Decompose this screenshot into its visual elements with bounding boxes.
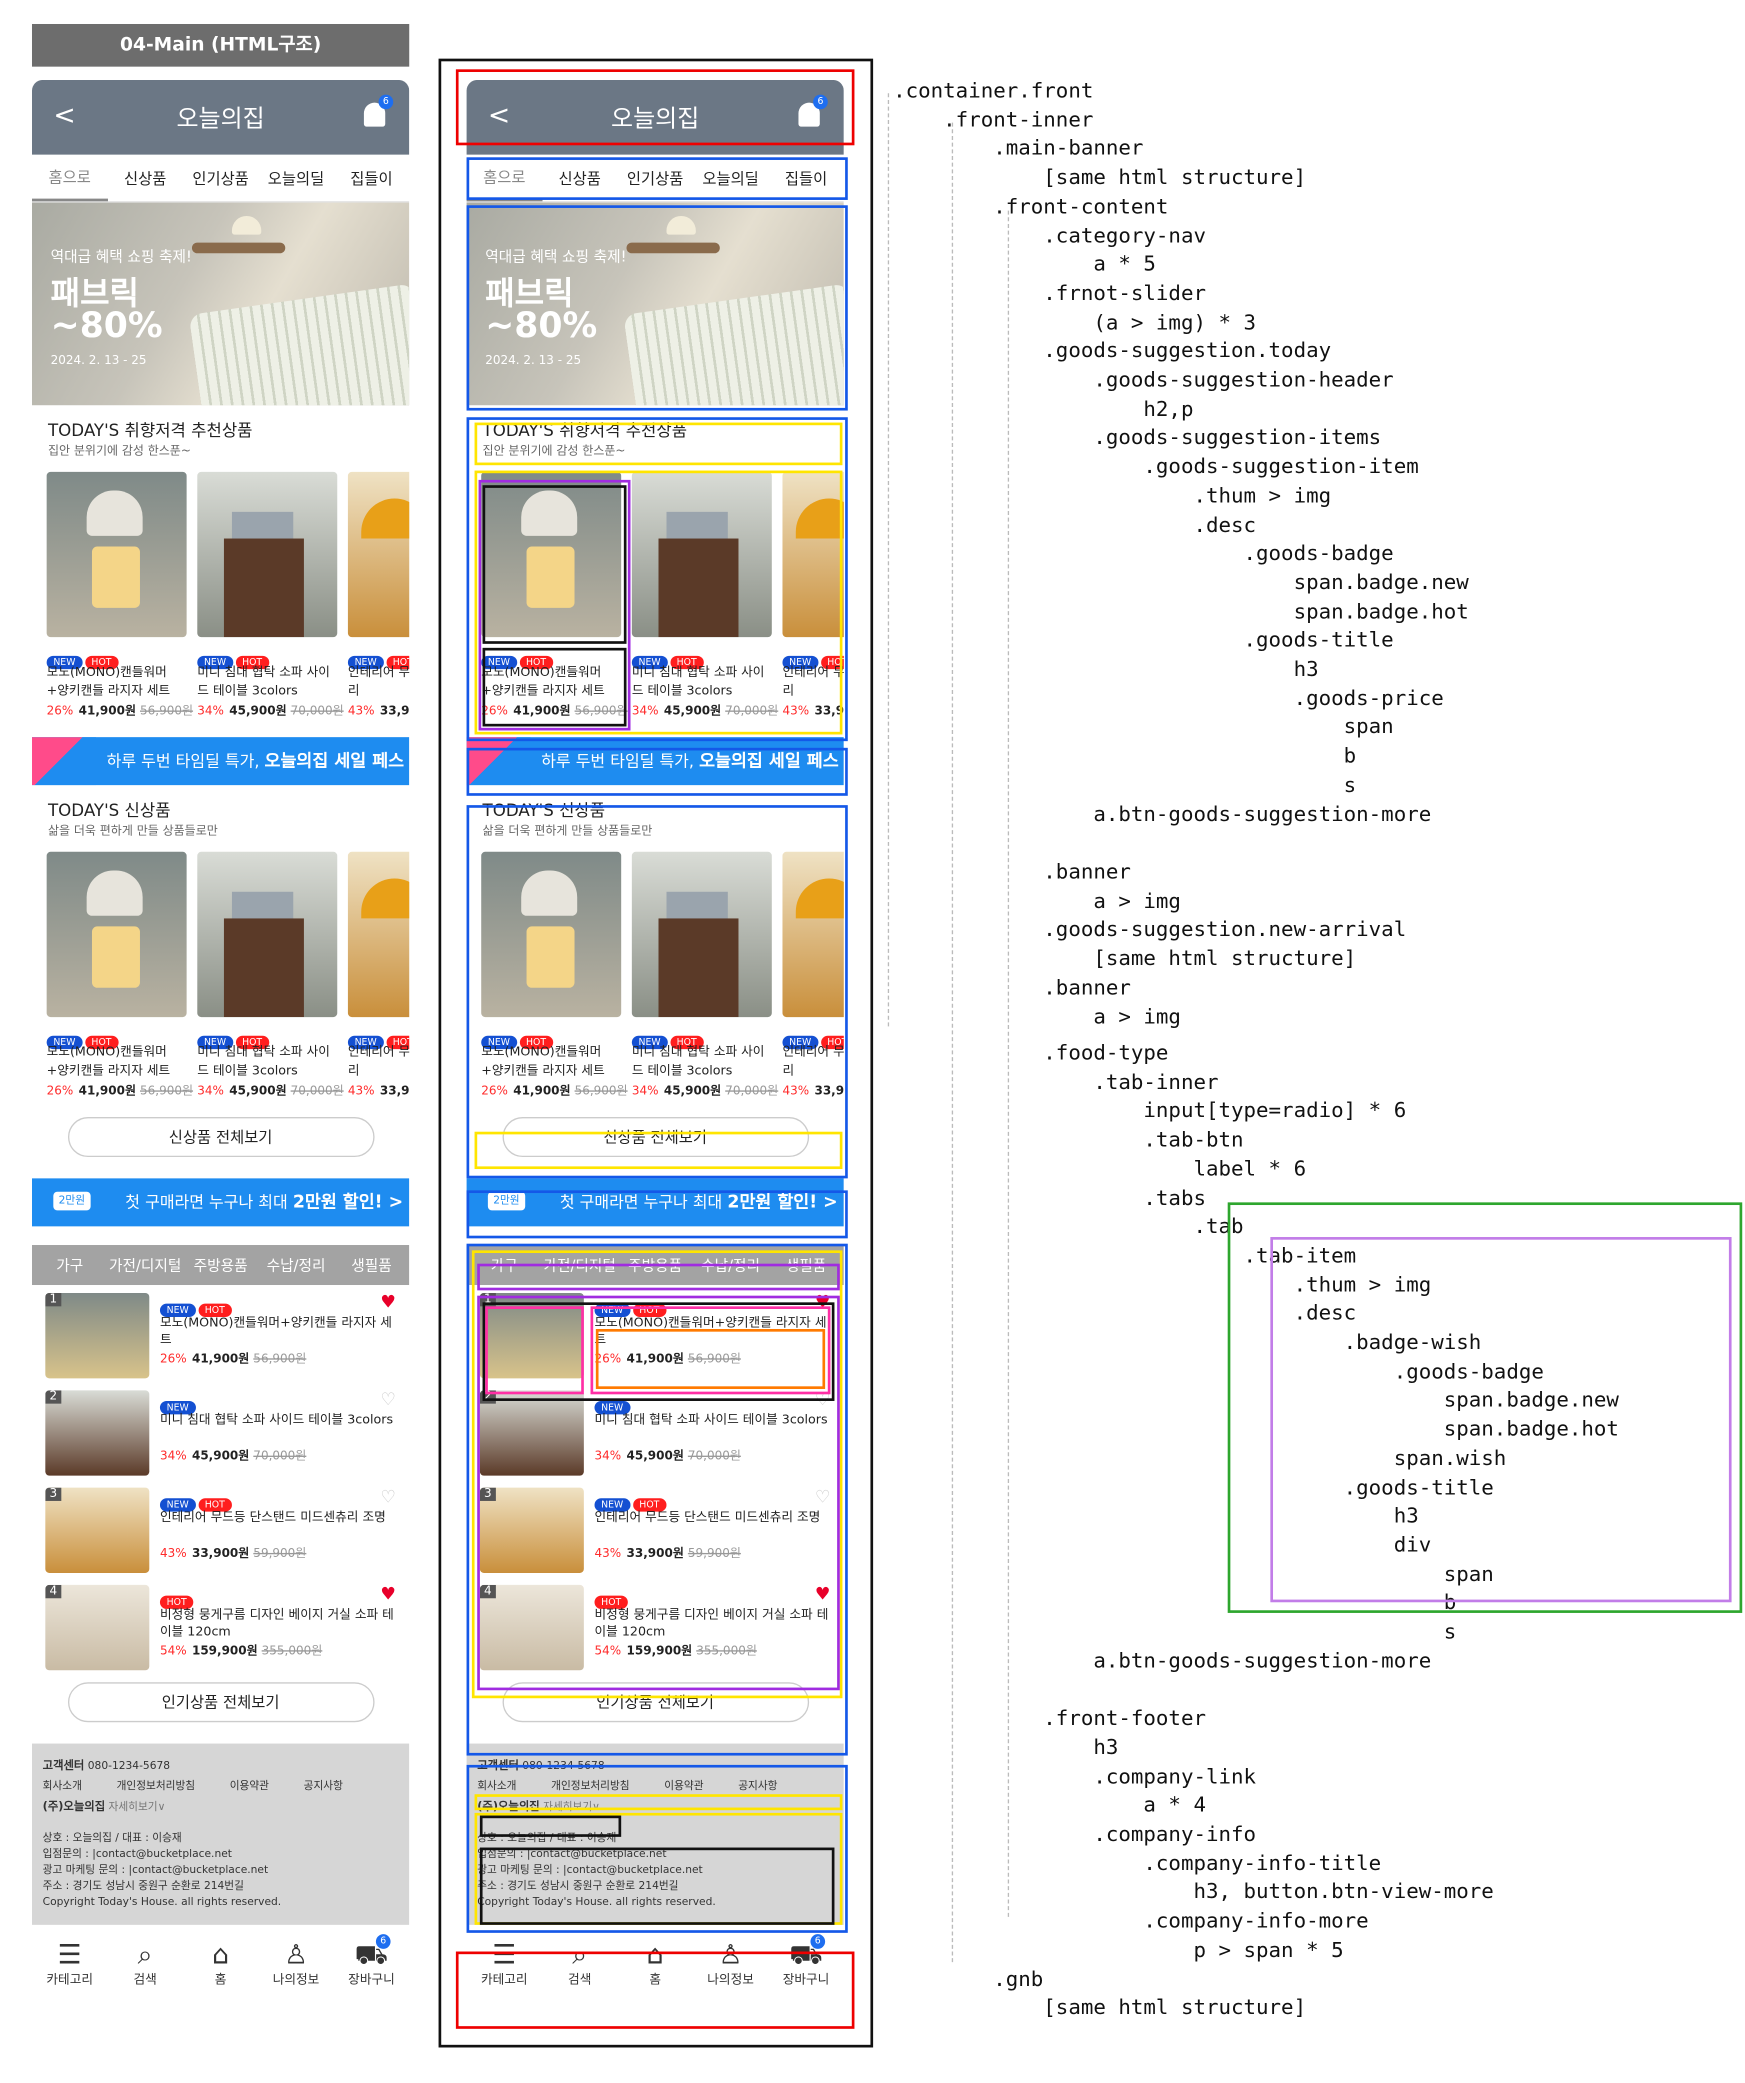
gnb-item[interactable]: ⌕ 검색 — [107, 1940, 182, 1988]
tab-item[interactable]: 2 NEW ♡ 미니 침대 협탁 소파 사이드 테이블 3colors 34% 45,90… — [32, 1382, 409, 1479]
wish-icon[interactable]: ♡ — [380, 1488, 396, 1508]
tab-label[interactable]: 가구 — [32, 1254, 107, 1275]
goods-price: 34% 45,900원 70,000원 — [197, 1085, 344, 1099]
bell-icon[interactable]: 6 — [363, 94, 394, 127]
desc-box — [482, 647, 627, 727]
thum-box — [482, 485, 627, 644]
gnb: ☰ 카테고리 ⌕ 검색 ⌂ 홈 ♙ 나의정보 ⛟ 6 장바구니 — [32, 1925, 409, 2002]
popular-more-button[interactable]: 인기상품 전체보기 — [67, 1682, 374, 1723]
goods-title: 인테리어 무드등 미드센츄리 — [347, 665, 410, 699]
tab-btn: 가구 가전/디지털 주방용품 수납/정리 생필품 — [31, 1245, 410, 1286]
goods-price: 34% 45,900원 70,000원 — [197, 705, 344, 719]
goods-item[interactable]: NEW HOT 모노(MONO)캔들워머+양키캔들 라지자 세트 26% 41,900원… — [46, 851, 194, 1099]
wish-icon[interactable]: ♥ — [380, 1585, 396, 1605]
footer-link[interactable]: 개인정보처리방침 — [117, 1780, 196, 1792]
tab-item[interactable]: 4 HOT ♥ 비정형 뭉게구름 디자인 베이지 거실 소파 테이블 120cm 54%… — [32, 1577, 409, 1674]
tab-label[interactable]: 주방용품 — [183, 1254, 258, 1275]
gnb-item[interactable]: ⛟ 6 장바구니 — [334, 1934, 409, 1988]
tab-thum-box — [485, 1306, 584, 1395]
guide-line — [887, 93, 890, 1027]
category-nav-box — [466, 157, 848, 200]
goods-item[interactable]: NEW HOT 미니 침대 협탁 소파 사이드 테이블 3colors 34% 45,9… — [197, 851, 344, 1099]
front-slider-box — [466, 205, 848, 411]
goods-price: 26% 41,900원 56,900원 — [46, 1085, 194, 1099]
coupon-banner[interactable]: 2만원 첫 구매라면 누구나 최대 2만원 할인! > — [31, 1178, 410, 1227]
tab-label[interactable]: 가전/디지털 — [107, 1254, 182, 1275]
front-slider[interactable]: 역대급 혜택 쇼핑 축제! 패브릭 ~80% 2024. 2. 13 - 25 — [31, 202, 410, 406]
front-footer: 고객센터 080-1234-5678 회사소개 개인정보처리방침 이용약관 공지사항 (주… — [31, 1743, 410, 1925]
goods-suggestion-new-arrival-box — [466, 805, 848, 1179]
goods-item[interactable]: NEWHOT인테리어 무드등 미드센츄리43%33,900원 — [347, 851, 410, 1099]
tab-item-highlight-box — [1270, 1237, 1732, 1603]
wish-icon[interactable]: ♡ — [380, 1390, 396, 1410]
goods-price: 43%33,900원 — [347, 705, 410, 719]
app-header: < 오늘의집 6 — [31, 79, 410, 155]
tab-item[interactable]: 1 NEW HOT ♥ 모노(MONO)캔들워머+양키캔들 라지자 세트 26% 41,90… — [32, 1285, 409, 1382]
wish-icon[interactable]: ♥ — [380, 1293, 396, 1313]
goods-title-box — [595, 1329, 826, 1389]
nav-item[interactable]: 홈으로 — [31, 155, 108, 201]
banner-box-2 — [466, 1190, 848, 1239]
nav-item[interactable]: 신상품 — [107, 157, 182, 200]
view-more-button[interactable]: 자세히보기∨ — [109, 1801, 166, 1813]
goods-price: 43%33,900원 — [347, 1085, 410, 1099]
goods-title: 미니 침대 협탁 소파 사이드 테이블 3colors — [197, 1045, 330, 1079]
footer-link[interactable]: 회사소개 — [43, 1780, 82, 1792]
company-info-title-box — [479, 1815, 622, 1837]
goods-item[interactable]: NEWHOT인테리어 무드등 미드센츄리43%33,900원 — [347, 471, 410, 719]
goods-suggestion-header-box — [474, 422, 843, 466]
nav-item[interactable]: 오늘의딜 — [258, 157, 333, 200]
btn-more-box — [474, 1131, 843, 1170]
footer-link[interactable]: 이용약관 — [230, 1780, 269, 1792]
phone-mockup-left: < 오늘의집 6 홈으로 신상품 인기상품 오늘의딜 집들이 역대급 혜택 쇼핑 축제! 패브릭 ~… — [31, 79, 410, 2003]
tab-item[interactable]: 3 NEW HOT ♡ 인테리어 무드등 단스탠드 미드센츄리 조명 43% 33,900원… — [32, 1480, 409, 1577]
category-nav: 홈으로 신상품 인기상품 오늘의딜 집들이 — [31, 155, 410, 203]
tab-label[interactable]: 생필품 — [334, 1254, 409, 1275]
main-banner-box — [455, 69, 855, 146]
banner-box-1 — [466, 747, 848, 796]
goods-item[interactable]: NEW HOT 미니 침대 협탁 소파 사이드 테이블 3colors 34% 45,9… — [197, 471, 344, 719]
promo-banner[interactable]: 하루 두번 타임딜 특가, 오늘의집 세일 페스타 > — [31, 737, 410, 786]
goods-title: 미니 침대 협탁 소파 사이드 테이블 3colors — [197, 665, 330, 699]
code-tree: .container.front .front-inner .main-bann… — [893, 78, 1469, 1029]
gnb-item[interactable]: ♙ 나의정보 — [258, 1940, 333, 1988]
nav-item[interactable]: 인기상품 — [183, 157, 258, 200]
goods-title: 인테리어 무드등 미드센츄리 — [347, 1045, 410, 1079]
page-title: 04-Main (HTML구조) — [31, 23, 410, 67]
goods-price: 26% 41,900원 56,900원 — [46, 705, 194, 719]
new-more-button[interactable]: 신상품 전체보기 — [67, 1117, 374, 1158]
goods-item[interactable]: NEW HOT 모노(MONO)캔들워머+양키캔들 라지자 세트 26% 41,900원… — [46, 471, 194, 719]
tab-btn-box — [477, 1263, 840, 1291]
goods-title: 모노(MONO)캔들워머+양키캔들 라지자 세트 — [46, 665, 171, 699]
gnb-item[interactable]: ☰ 카테고리 — [32, 1940, 107, 1988]
footer-link[interactable]: 공지사항 — [304, 1780, 343, 1792]
nav-item[interactable]: 집들이 — [334, 157, 409, 200]
company-link-box — [474, 1794, 843, 1811]
company-info-more-box — [479, 1847, 835, 1925]
gnb-box — [455, 1951, 855, 2029]
gnb-item[interactable]: ⌂ 홈 — [183, 1940, 258, 1988]
tab-label[interactable]: 수납/정리 — [258, 1254, 333, 1275]
goods-title: 모노(MONO)캔들워머+양키캔들 라지자 세트 — [46, 1045, 171, 1079]
